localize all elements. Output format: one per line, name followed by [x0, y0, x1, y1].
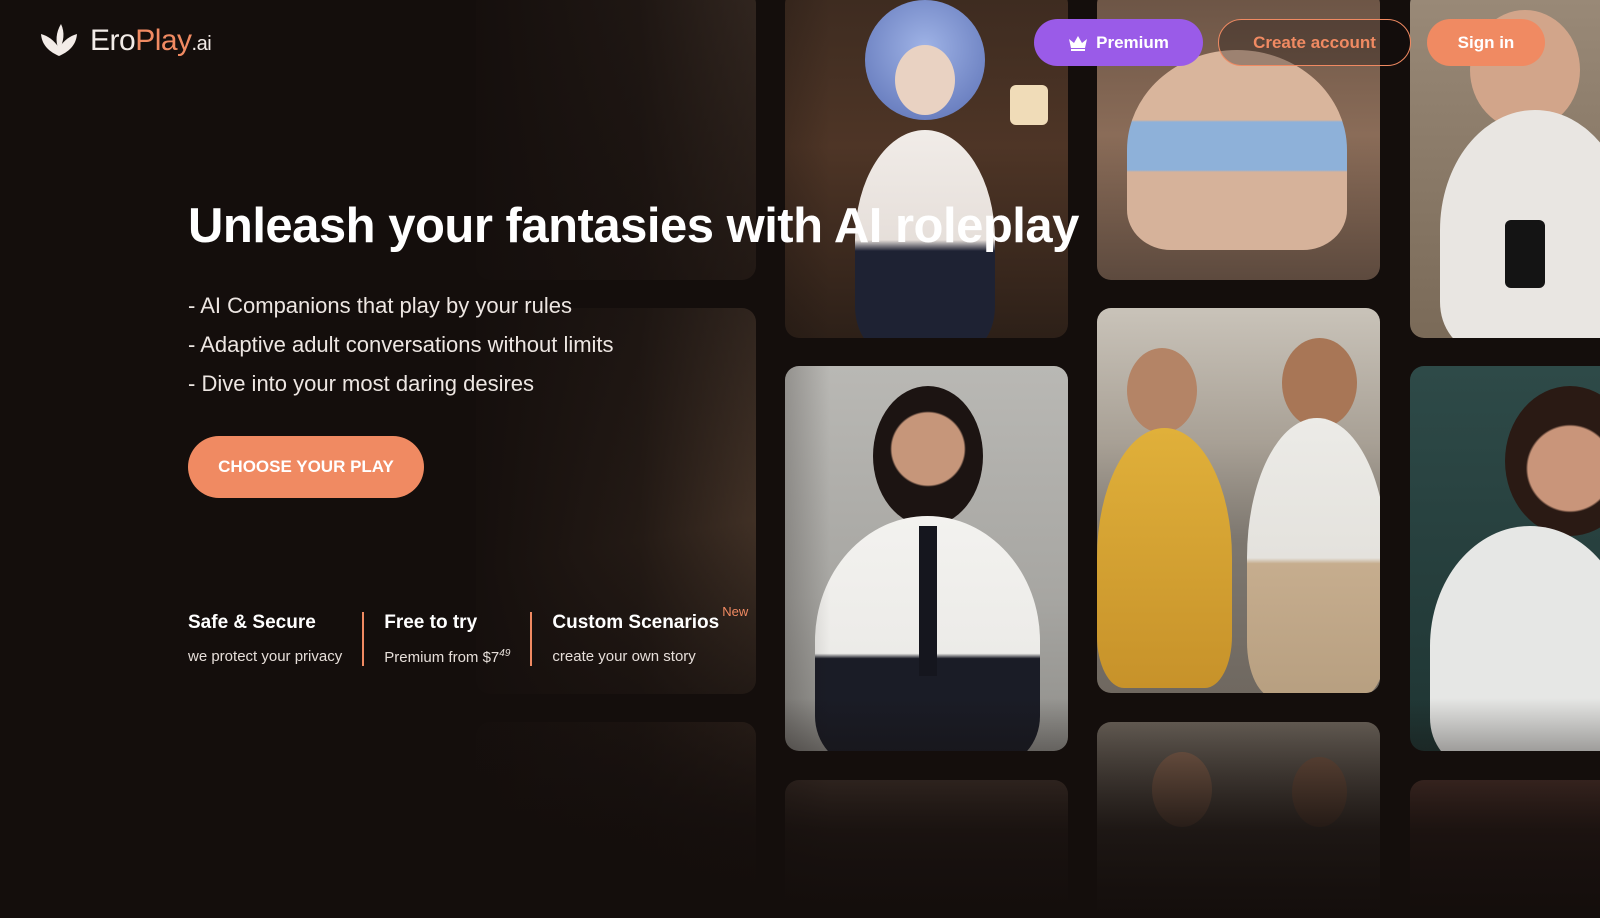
- hero-bullet: - AI Companions that play by your rules: [188, 293, 572, 318]
- feature-free-to-try: Free to try Premium from $749: [362, 612, 530, 666]
- feature-custom-scenarios: Custom Scenarios New create your own stor…: [530, 604, 748, 666]
- feature-subtitle: we protect your privacy: [188, 648, 343, 665]
- leaf-logo-icon: [41, 24, 77, 56]
- feature-subtitle: create your own story: [552, 648, 696, 665]
- gallery-photo-col2-bottom: [785, 780, 1068, 918]
- brand-name-part1: Ero: [90, 24, 136, 57]
- hero-bullet: - Adaptive adult conversations without l…: [188, 332, 614, 357]
- hero-bullet: - Dive into your most daring desires: [188, 371, 535, 396]
- landing-page: EroPlay.ai Premium Create account Sign i…: [0, 0, 1600, 918]
- hero-title: Unleash your fantasies with AI roleplay: [188, 199, 1079, 253]
- gallery-photo-anime-library[interactable]: [785, 0, 1068, 338]
- gallery-photo-street-couple[interactable]: [1097, 308, 1380, 693]
- gallery-photo-col4-bottom: [1410, 780, 1600, 918]
- feature-title: Safe & Secure: [188, 612, 316, 633]
- premium-button[interactable]: Premium: [1034, 19, 1203, 66]
- feature-safe-secure: Safe & Secure we protect your privacy: [188, 612, 362, 666]
- premium-button-label: Premium: [1096, 32, 1169, 52]
- choose-your-play-button[interactable]: CHOOSE YOUR PLAY: [188, 436, 424, 498]
- brand-name-part2: Play: [135, 24, 192, 57]
- sign-in-button[interactable]: Sign in: [1427, 19, 1545, 66]
- gallery-photo-left-bottom: [476, 722, 756, 918]
- feature-title-text: Custom Scenarios: [552, 612, 720, 633]
- crown-icon: [1069, 35, 1088, 51]
- feature-subtitle: Premium from $749: [384, 648, 510, 666]
- price-text: Premium from $7: [384, 649, 500, 666]
- gallery-photo-col3-bottom: [1097, 722, 1380, 918]
- feature-title: Custom Scenarios New: [552, 604, 748, 636]
- hero-bullet-list: - AI Companions that play by your rules …: [188, 286, 614, 403]
- brand-name: EroPlay.ai: [90, 24, 212, 58]
- price-cents: 49: [499, 648, 511, 659]
- new-badge: New: [722, 604, 749, 619]
- gallery-photo-glasses[interactable]: [1410, 366, 1600, 751]
- gallery-photo-white-shirt[interactable]: [785, 366, 1068, 751]
- create-account-button[interactable]: Create account: [1218, 19, 1411, 66]
- feature-title: Free to try: [384, 612, 478, 633]
- feature-list: Safe & Secure we protect your privacy Fr…: [188, 604, 748, 666]
- brand-name-tld: .ai: [191, 33, 212, 55]
- logo[interactable]: EroPlay.ai: [38, 22, 212, 60]
